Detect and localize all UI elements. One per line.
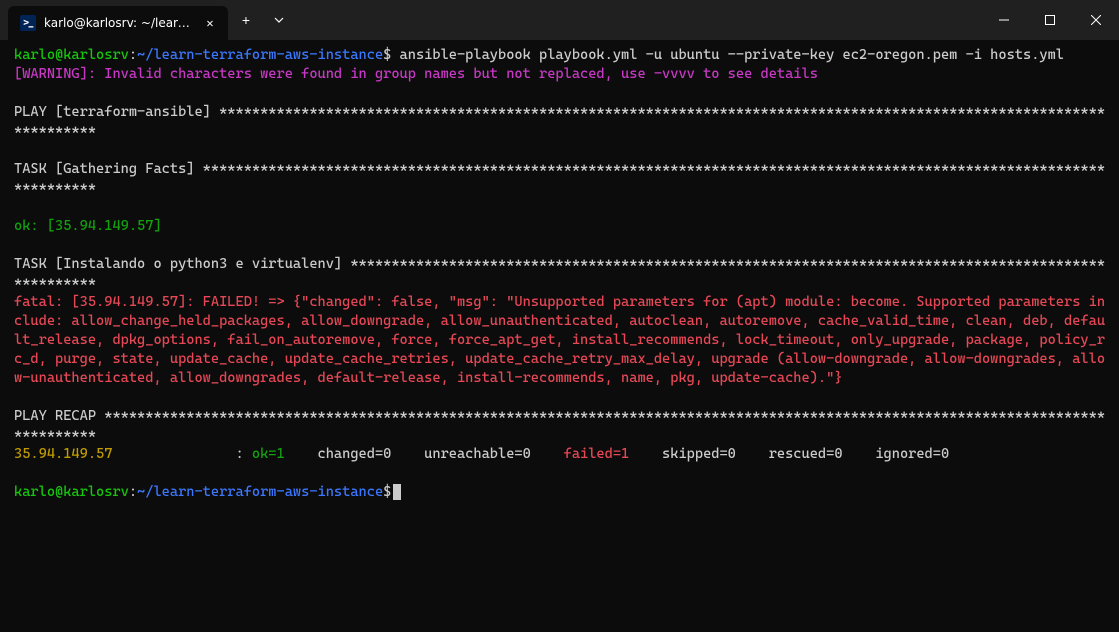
- new-tab-button[interactable]: +: [228, 0, 264, 40]
- prompt-line-2: karlo@karlosrv:~/learn-terraform-aws-ins…: [14, 483, 1105, 502]
- warning-line: [WARNING]: Invalid characters were found…: [14, 65, 1105, 84]
- maximize-icon: [1045, 15, 1055, 25]
- title-bar: karlo@karlosrv: ~/learn-terraf ✕ +: [0, 0, 1119, 40]
- task-gathering-line: TASK [Gathering Facts] *****************…: [14, 160, 1105, 198]
- task-install-line: TASK [Instalando o python3 e virtualenv]…: [14, 255, 1105, 293]
- powershell-icon: [20, 15, 36, 31]
- play-header-line: PLAY [terraform-ansible] ***************…: [14, 103, 1105, 141]
- maximize-button[interactable]: [1027, 0, 1073, 40]
- minimize-button[interactable]: [981, 0, 1027, 40]
- ok-host-line: ok: [35.94.149.57]: [14, 217, 1105, 236]
- window-controls: [981, 0, 1119, 40]
- close-window-button[interactable]: [1073, 0, 1119, 40]
- cursor: [393, 484, 401, 500]
- play-recap-header: PLAY RECAP *****************************…: [14, 407, 1105, 445]
- tab-dropdown-button[interactable]: [264, 0, 294, 40]
- close-tab-button[interactable]: ✕: [202, 15, 218, 31]
- fatal-error-line: fatal: [35.94.149.57]: FAILED! => {"chan…: [14, 293, 1105, 388]
- terminal-tab[interactable]: karlo@karlosrv: ~/learn-terraf ✕: [8, 6, 228, 40]
- terminal-output[interactable]: karlo@karlosrv:~/learn-terraform-aws-ins…: [0, 40, 1119, 508]
- tab-title: karlo@karlosrv: ~/learn-terraf: [44, 16, 194, 30]
- prompt-line-1: karlo@karlosrv:~/learn-terraform-aws-ins…: [14, 46, 1105, 65]
- minimize-icon: [999, 15, 1009, 25]
- play-recap-host-line: 35.94.149.57 : ok=1 changed=0 unreachabl…: [14, 445, 1105, 464]
- close-icon: [1091, 15, 1101, 25]
- chevron-down-icon: [274, 15, 284, 25]
